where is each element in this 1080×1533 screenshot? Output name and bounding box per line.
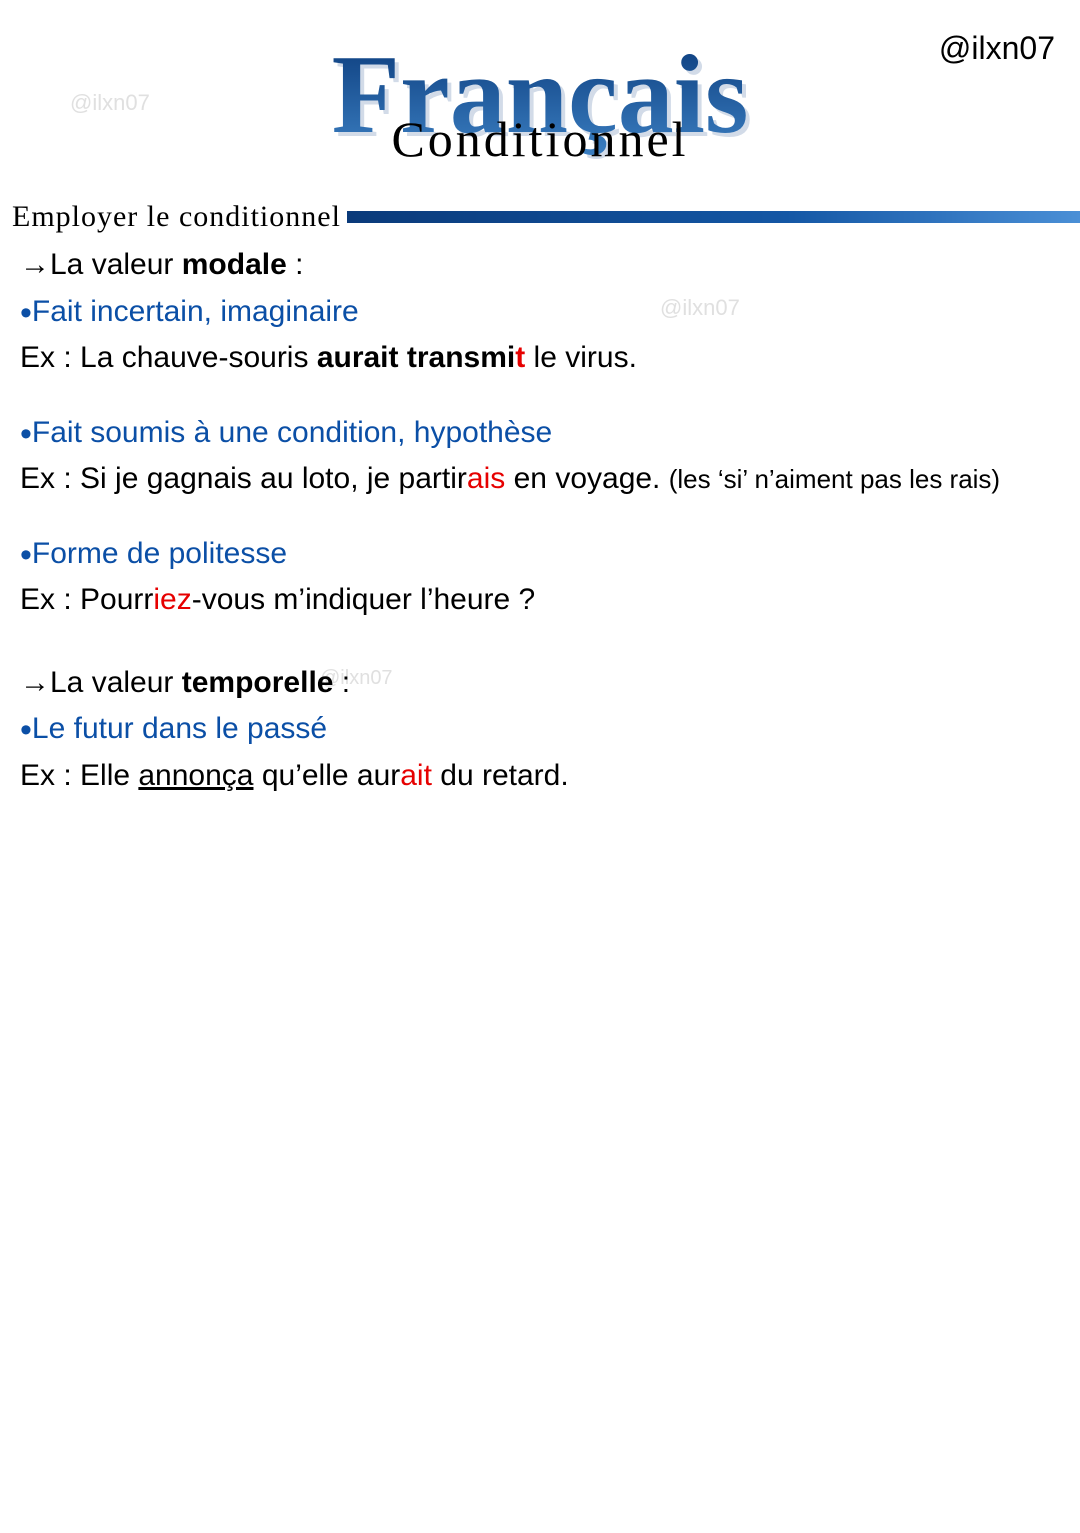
section-divider [347, 211, 1080, 223]
modal-heading: →La valeur modale : [20, 245, 1060, 286]
title-hero: Français Français Conditionnel [0, 20, 1080, 200]
section-header: Employer le conditionnel [12, 200, 1080, 234]
bullet-heading: •Fait soumis à une condition, hypothèse [20, 413, 1060, 454]
bullet-heading: •Fait incertain, imaginaire [20, 292, 1060, 333]
example-text: Ex : Si je gagnais au loto, je partirais… [20, 459, 1060, 500]
temporal-heading: →La valeur temporelle : [20, 663, 1060, 704]
example-text: Ex : Pourriez-vous m’indiquer l’heure ? [20, 580, 1060, 621]
bullet-heading: •Forme de politesse [20, 534, 1060, 575]
example-text: Ex : Elle annonça qu’elle aurait du reta… [20, 756, 1060, 797]
bullet-heading: •Le futur dans le passé [20, 709, 1060, 750]
hero-subtitle: Conditionnel [391, 111, 688, 167]
example-text: Ex : La chauve-souris aurait transmit le… [20, 338, 1060, 379]
section-title: Employer le conditionnel [12, 200, 347, 234]
content-body: →La valeur modale : •Fait incertain, ima… [20, 245, 1060, 802]
